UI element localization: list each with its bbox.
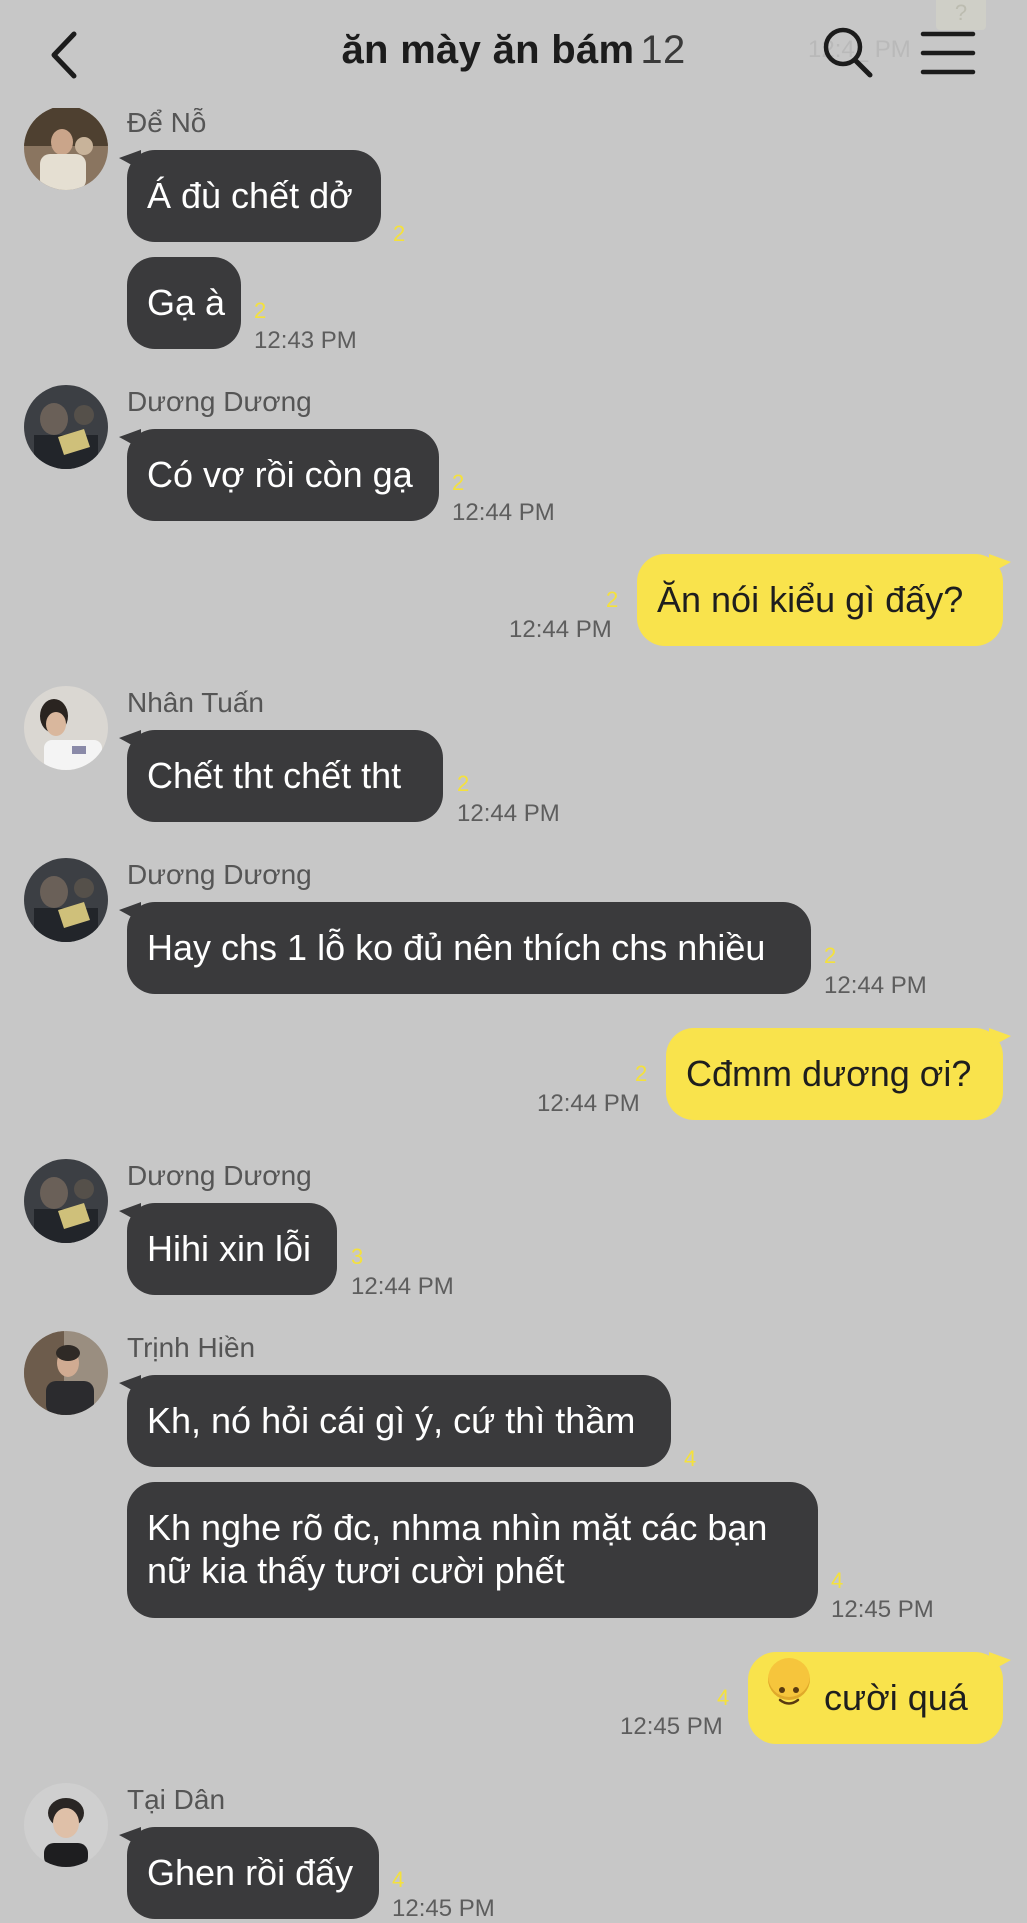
message-bubble[interactable]: Hay chs 1 lỗ ko đủ nên thích chs nhiều xyxy=(127,902,811,994)
message-bubble[interactable]: Gạ à xyxy=(127,257,241,349)
avatar[interactable] xyxy=(24,106,108,190)
message-text: Chết tht chết tht xyxy=(147,755,402,796)
message-text: cười quá xyxy=(824,1677,968,1718)
message-time: 12:45 PM xyxy=(831,1596,934,1623)
member-count: 12 xyxy=(640,28,686,72)
message-text: Ăn nói kiểu gì đấy? xyxy=(657,579,964,620)
avatar-photo-icon xyxy=(24,686,108,770)
message-text: Kh nghe rõ đc, nhma nhìn mặt các bạn nữ … xyxy=(147,1507,768,1591)
avatar[interactable] xyxy=(24,385,108,469)
message-bubble[interactable]: Có vợ rồi còn gạ xyxy=(127,429,439,521)
search-icon xyxy=(823,27,873,78)
unread-count: 2 xyxy=(393,221,406,246)
message-text: Có vợ rồi còn gạ xyxy=(147,454,413,495)
message-bubble[interactable]: Kh nghe rõ đc, nhma nhìn mặt các bạn nữ … xyxy=(127,1482,818,1618)
slightly-smiling-face-icon xyxy=(768,1658,810,1705)
avatar[interactable] xyxy=(24,1783,108,1867)
unread-count: 2 xyxy=(606,587,619,612)
message-text: Á đù chết dở xyxy=(147,175,353,216)
message-text: Gạ à xyxy=(147,282,226,323)
message-bubble[interactable]: Cđmm dương ơi? xyxy=(666,1028,1003,1120)
message-text: Hihi xin lỗi xyxy=(147,1228,312,1269)
sender-name: Tại Dân xyxy=(127,1784,226,1815)
unread-count: 2 xyxy=(457,771,470,796)
message-bubble[interactable]: Hihi xin lỗi xyxy=(127,1203,337,1295)
sender-name: Trịnh Hiền xyxy=(127,1332,256,1363)
avatar-photo-icon xyxy=(24,1783,108,1867)
sender-name: Để Nỗ xyxy=(127,107,207,138)
unread-count: 2 xyxy=(824,943,837,968)
unread-count: 4 xyxy=(717,1685,730,1710)
message-bubble[interactable]: Ăn nói kiểu gì đấy? xyxy=(637,554,1003,646)
message-text: Kh, nó hỏi cái gì ý, cứ thì thầm xyxy=(147,1400,636,1441)
message-time: 12:44 PM xyxy=(824,972,927,999)
sender-name: Dương Dương xyxy=(127,386,312,417)
message-time: 12:44 PM xyxy=(509,616,612,643)
sender-name: Dương Dương xyxy=(127,1160,312,1191)
unread-count: 4 xyxy=(831,1568,844,1593)
unread-count: 3 xyxy=(351,1244,364,1269)
message-time: 12:44 PM xyxy=(537,1090,640,1117)
group-name: ăn mày ăn bám xyxy=(341,28,635,72)
chat-header: 12:4_ PM ? ăn mày ăn bám 12 xyxy=(0,0,1027,108)
avatar-photo-icon xyxy=(24,1331,108,1415)
unread-count: 2 xyxy=(452,470,465,495)
hamburger-menu-icon xyxy=(920,31,976,75)
unread-count: 2 xyxy=(254,298,267,323)
avatar-photo-icon xyxy=(24,106,108,190)
avatar-photo-icon xyxy=(24,858,108,942)
menu-button[interactable] xyxy=(920,30,976,76)
sender-name: Nhân Tuấn xyxy=(127,687,264,718)
message-text: Ghen rồi đấy xyxy=(147,1852,354,1893)
avatar-photo-icon xyxy=(24,1159,108,1243)
avatar[interactable] xyxy=(24,1331,108,1415)
message-time: 12:44 PM xyxy=(457,800,560,827)
unread-count: 4 xyxy=(684,1446,697,1471)
sender-name: Dương Dương xyxy=(127,859,312,890)
message-time: 12:44 PM xyxy=(351,1273,454,1300)
message-bubble[interactable]: Ghen rồi đấy xyxy=(127,1827,379,1919)
background-badge: ? xyxy=(936,0,986,30)
message-bubble[interactable]: Chết tht chết tht xyxy=(127,730,443,822)
search-button[interactable] xyxy=(822,26,874,80)
message-time: 12:45 PM xyxy=(392,1895,495,1922)
message-bubble[interactable]: cười quá xyxy=(748,1652,1003,1744)
message-bubble[interactable]: Á đù chết dở xyxy=(127,150,381,242)
message-time: 12:45 PM xyxy=(620,1713,723,1740)
avatar-photo-icon xyxy=(24,385,108,469)
message-text: Hay chs 1 lỗ ko đủ nên thích chs nhiều xyxy=(147,927,766,968)
unread-count: 4 xyxy=(392,1867,405,1892)
avatar[interactable] xyxy=(24,686,108,770)
avatar[interactable] xyxy=(24,1159,108,1243)
message-time: 12:43 PM xyxy=(254,327,357,354)
message-time: 12:44 PM xyxy=(452,499,555,526)
message-bubble[interactable]: Kh, nó hỏi cái gì ý, cứ thì thầm xyxy=(127,1375,671,1467)
unread-count: 2 xyxy=(635,1061,648,1086)
message-text: Cđmm dương ơi? xyxy=(686,1053,972,1094)
avatar[interactable] xyxy=(24,858,108,942)
